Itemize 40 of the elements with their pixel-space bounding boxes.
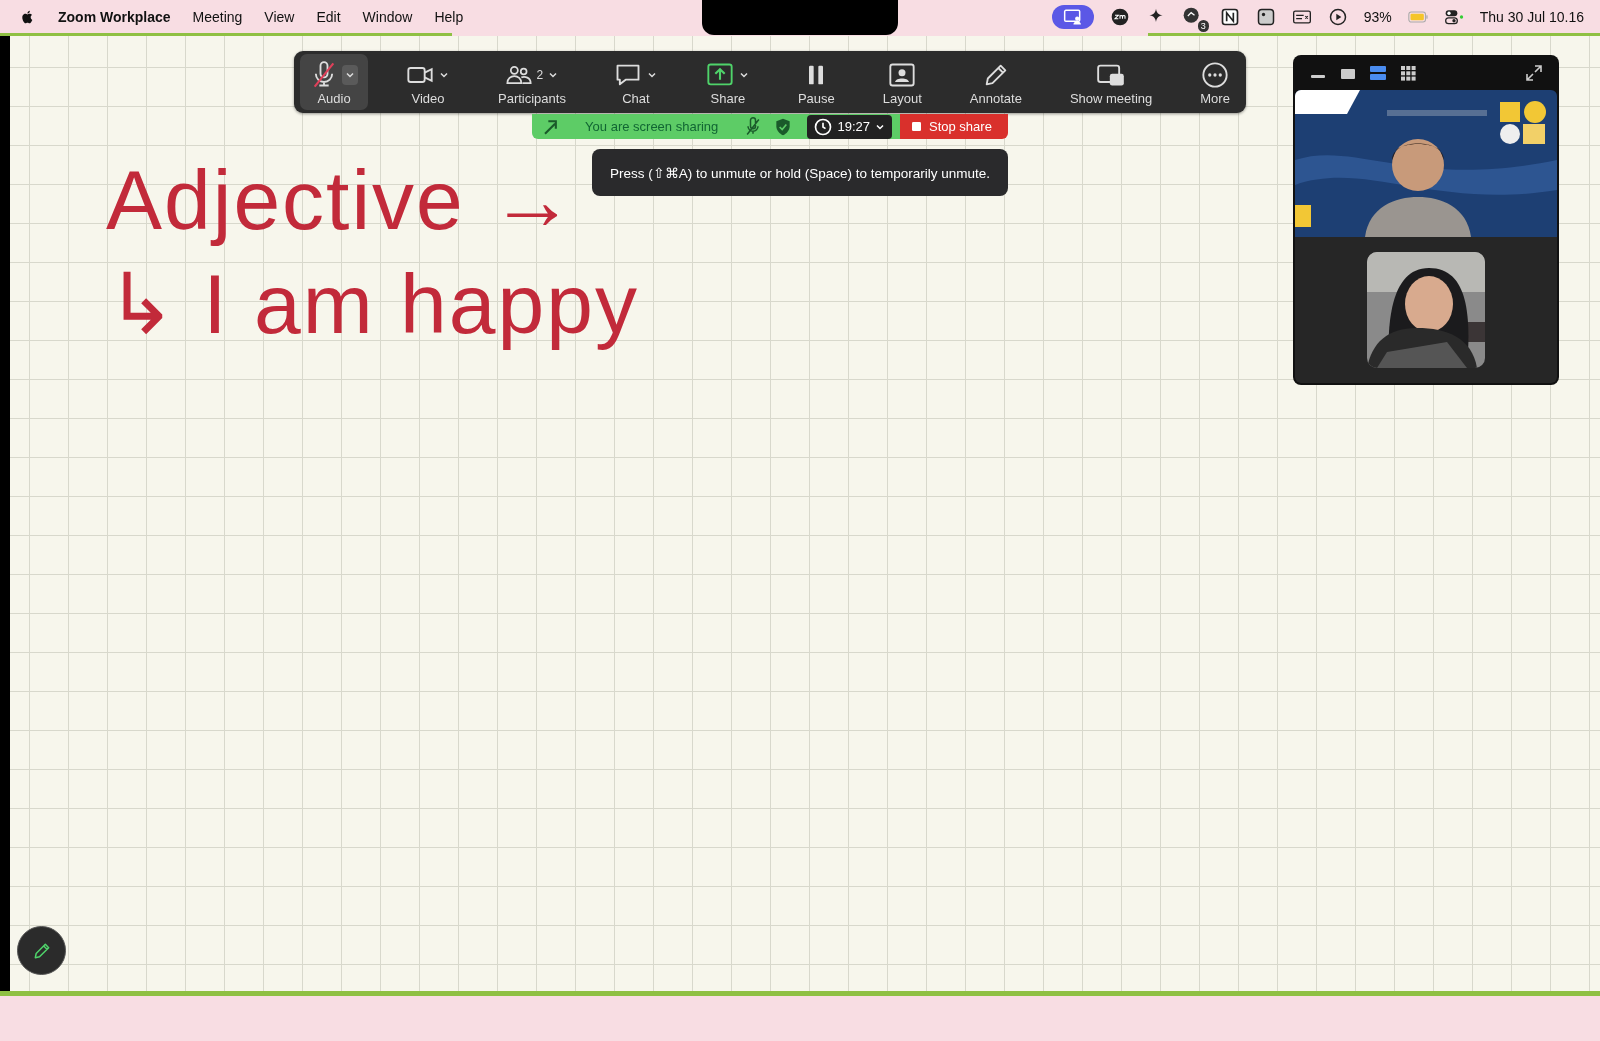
more-icon — [1201, 61, 1230, 89]
unmute-tooltip: Press (⇧⌘A) to unmute or hold (Space) to temporarily unmute. — [592, 149, 1008, 196]
layout-button[interactable]: Layout — [872, 54, 932, 110]
stacked-view-icon[interactable] — [1369, 63, 1387, 82]
pause-button[interactable]: Pause — [787, 54, 845, 110]
sharing-status-text: You are screen sharing — [584, 119, 720, 134]
annotate-button[interactable]: Annotate — [959, 54, 1032, 110]
clock-icon — [813, 116, 834, 137]
timer-button[interactable]: 19:27 — [807, 114, 892, 139]
menu-item[interactable]: View — [264, 8, 295, 25]
menu-item[interactable]: Meeting — [192, 8, 243, 25]
more-button[interactable]: More — [1190, 54, 1240, 110]
participant-count: 2 — [536, 68, 544, 82]
grid-view-icon[interactable] — [1399, 63, 1417, 82]
stop-icon — [912, 122, 921, 131]
chat-button[interactable]: Chat — [603, 54, 668, 110]
timer-text: 19:27 — [837, 119, 870, 134]
screen-share-status-button[interactable] — [1051, 4, 1094, 29]
share-button[interactable]: Share — [695, 54, 760, 110]
handwritten-text: Adjective → — [106, 152, 577, 249]
person-frame-icon — [888, 61, 917, 89]
menu-item[interactable]: Window — [362, 8, 413, 25]
stop-share-button[interactable]: Stop share — [900, 114, 1008, 139]
video-button[interactable]: Video — [396, 54, 460, 110]
app-window-icon[interactable] — [1255, 6, 1276, 27]
zoom-app-icon[interactable] — [1109, 6, 1130, 27]
app-menu[interactable]: Zoom Workplace — [58, 8, 171, 25]
play-circle-icon[interactable] — [1327, 6, 1348, 27]
show-meeting-button[interactable]: Show meeting — [1059, 54, 1163, 110]
audio-button[interactable]: Audio — [300, 54, 368, 110]
cloud-icon[interactable] — [1181, 5, 1202, 26]
participants-button[interactable]: 2 Participants — [488, 54, 576, 110]
menu-item[interactable]: Help — [434, 8, 464, 25]
notebook-icon[interactable] — [1219, 6, 1240, 27]
battery-percentage: 93% — [1363, 8, 1392, 25]
menu-item[interactable]: Edit — [316, 8, 341, 25]
expand-icon[interactable] — [1525, 63, 1543, 82]
notification-badge: 3 — [1197, 19, 1209, 32]
handwritten-text: ↳ I am happy — [106, 256, 639, 353]
menu-bar-clock[interactable]: Thu 30 Jul 10.16 — [1479, 8, 1584, 25]
